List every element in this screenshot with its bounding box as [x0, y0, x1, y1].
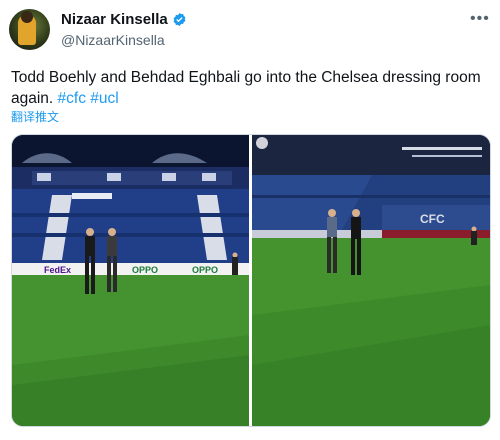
hashtag-link[interactable]: #cfc: [58, 90, 86, 107]
translate-tweet-link[interactable]: 翻译推文: [11, 108, 59, 125]
person: [232, 252, 238, 275]
author-handle[interactable]: @NizaarKinsella: [61, 32, 165, 48]
board-text: OPPO: [132, 265, 158, 275]
photo-right[interactable]: CFC: [252, 135, 490, 426]
board-text: FedEx: [44, 265, 71, 275]
stadium-photo-right: CFC: [252, 135, 490, 426]
stadium-photo-left: FedEx OPPO OPPO: [12, 135, 249, 426]
tweet-text: Todd Boehly and Behdad Eghbali go into t…: [11, 67, 486, 109]
author-name-row: Nizaar Kinsella: [61, 11, 187, 28]
more-options-icon[interactable]: •••: [470, 10, 490, 28]
hashtag-link[interactable]: #ucl: [90, 90, 118, 107]
stand-lettering-icon: CFC: [420, 212, 445, 226]
person: [471, 226, 477, 245]
author-display-name[interactable]: Nizaar Kinsella: [61, 11, 168, 28]
verified-badge-icon: [173, 12, 186, 27]
avatar[interactable]: [9, 9, 50, 50]
avatar-head: [21, 11, 33, 23]
photo-left[interactable]: FedEx OPPO OPPO: [12, 135, 249, 426]
board-text: OPPO: [192, 265, 218, 275]
tweet-media: FedEx OPPO OPPO CFC: [11, 134, 491, 427]
tweet-card: Nizaar Kinsella @NizaarKinsella ••• Todd…: [0, 0, 500, 440]
